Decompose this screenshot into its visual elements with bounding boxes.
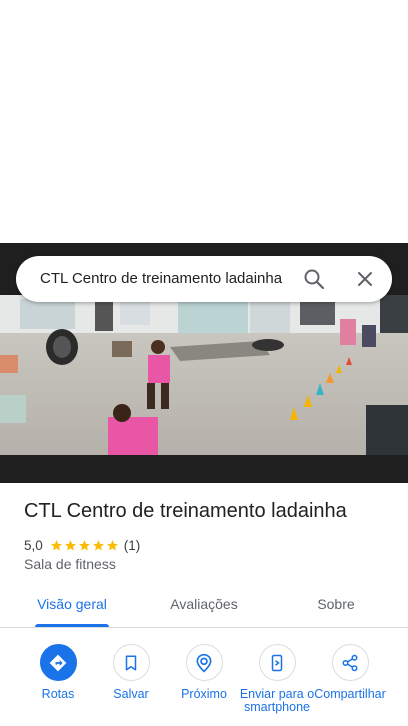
bookmark-icon [112, 644, 150, 681]
star-icon [92, 539, 104, 550]
map-blank-area [0, 0, 408, 243]
share-button[interactable]: Compartilhar [312, 640, 388, 701]
nearby-label: Próximo [181, 687, 227, 701]
rating-row[interactable]: 5,0 (1) [24, 536, 140, 554]
tab-about[interactable]: Sobre [292, 588, 380, 628]
tab-bar: Visão geral Avaliações Sobre [0, 588, 408, 628]
tab-overview[interactable]: Visão geral [24, 588, 120, 628]
tab-reviews[interactable]: Avaliações [156, 588, 252, 628]
nearby-button[interactable]: Próximo [166, 640, 242, 701]
place-category: Sala de fitness [24, 556, 116, 572]
directions-icon [39, 644, 77, 681]
review-count[interactable]: (1) [124, 538, 141, 553]
gym-photo-image [0, 295, 408, 455]
search-bar[interactable]: CTL Centro de treinamento ladainha [16, 256, 392, 302]
rating-value: 5,0 [24, 537, 43, 553]
star-icon [78, 539, 90, 550]
place-title: CTL Centro de treinamento ladainha [24, 500, 347, 522]
nearby-icon [185, 644, 223, 681]
share-icon [331, 644, 369, 681]
action-buttons-row: Rotas Salvar Próximo Enviar para o smart… [0, 640, 408, 726]
search-input[interactable]: CTL Centro de treinamento ladainha [40, 256, 290, 302]
share-label: Compartilhar [314, 687, 386, 701]
star-icon [50, 539, 62, 550]
send-to-phone-label: Enviar para o smartphone [239, 687, 315, 714]
send-to-phone-icon [258, 644, 296, 681]
search-icon[interactable] [302, 267, 326, 291]
directions-button[interactable]: Rotas [20, 640, 96, 701]
send-to-phone-button[interactable]: Enviar para o smartphone [239, 640, 315, 714]
star-icon [64, 539, 76, 550]
save-button[interactable]: Salvar [93, 640, 169, 701]
active-tab-indicator [35, 624, 109, 627]
star-icon [106, 539, 118, 550]
star-rating [50, 539, 120, 552]
close-icon[interactable] [353, 267, 377, 291]
save-label: Salvar [113, 687, 149, 701]
directions-label: Rotas [41, 687, 75, 701]
